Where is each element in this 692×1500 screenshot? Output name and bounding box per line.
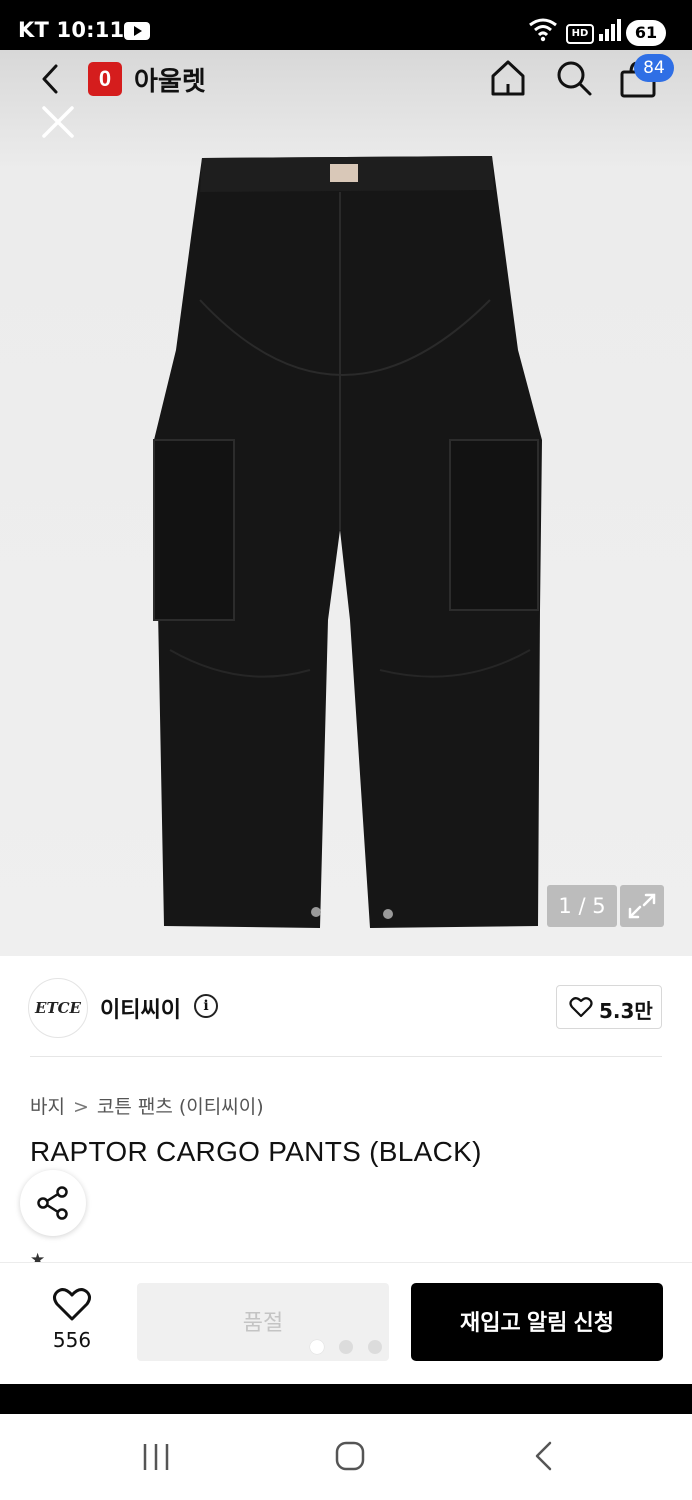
page-title: 아울렛 xyxy=(134,67,206,97)
expand-icon[interactable] xyxy=(620,885,664,927)
recents-icon[interactable] xyxy=(140,1442,172,1472)
product-title: RAPTOR CARGO PANTS (BLACK) xyxy=(30,1136,482,1167)
close-icon[interactable] xyxy=(38,102,78,142)
wifi-icon xyxy=(529,18,557,42)
outlet-logo: 0 xyxy=(88,62,122,96)
status-time: KT 10:11 xyxy=(18,18,125,42)
review-summary-peek: ★ xyxy=(30,1250,46,1262)
breadcrumb-separator: > xyxy=(72,1096,89,1118)
brand-name[interactable]: 이티씨이 xyxy=(100,992,181,1024)
status-bar: KT 10:11 HD 61 xyxy=(0,0,692,50)
search-icon[interactable] xyxy=(554,58,594,98)
back-nav-icon[interactable] xyxy=(532,1440,556,1472)
youtube-notification-icon xyxy=(124,22,150,40)
breadcrumb: 바지 > 코튼 팬츠 (이티씨이) xyxy=(30,1092,264,1119)
carousel-dot xyxy=(368,1340,382,1354)
home-icon[interactable] xyxy=(488,58,528,98)
carousel-dot xyxy=(339,1340,353,1354)
back-button[interactable] xyxy=(36,62,66,96)
info-icon[interactable]: i xyxy=(194,994,218,1018)
battery-indicator: 61 xyxy=(626,20,666,46)
share-icon xyxy=(37,1186,68,1220)
carousel-dot xyxy=(310,1340,324,1354)
share-button[interactable] xyxy=(20,1170,86,1236)
brand-logo[interactable]: ETCE xyxy=(28,978,88,1038)
divider xyxy=(0,1384,692,1414)
restock-notify-button[interactable]: 재입고 알림 신청 xyxy=(411,1283,663,1361)
breadcrumb-category[interactable]: 바지 xyxy=(30,1092,65,1119)
wish-count: 556 xyxy=(52,1328,92,1352)
brand-like-button[interactable]: 5.3만 xyxy=(556,985,662,1029)
breadcrumb-subcategory[interactable]: 코튼 팬츠 (이티씨이) xyxy=(97,1092,264,1119)
home-nav-icon[interactable] xyxy=(334,1440,366,1472)
heart-icon[interactable] xyxy=(52,1286,92,1322)
cart-count-badge: 84 xyxy=(634,54,674,82)
brand-like-count: 5.3만 xyxy=(599,999,653,1023)
heart-icon xyxy=(569,997,593,1018)
image-page-indicator: 1 / 5 xyxy=(547,885,617,927)
signal-icon xyxy=(599,19,621,41)
product-image xyxy=(153,156,542,928)
hd-voice-icon: HD xyxy=(566,24,594,44)
divider xyxy=(30,1056,662,1057)
